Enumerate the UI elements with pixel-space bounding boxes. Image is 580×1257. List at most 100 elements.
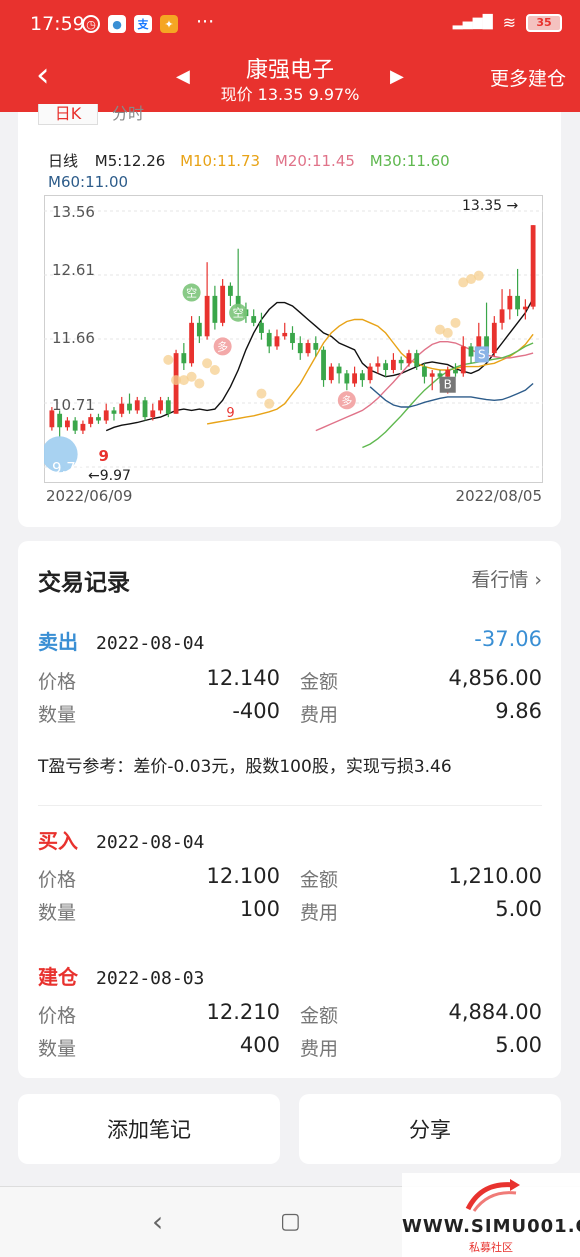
- legend-period: 日线: [48, 152, 79, 170]
- candle-body: [445, 369, 451, 377]
- header-bar: 17:59 ◷ ● 支 ✦ ··· ▂▄▆█ ≋ 35 ‹ ◀ 康强电子 现价 …: [0, 0, 580, 112]
- more-notifications-icon: ···: [196, 11, 215, 33]
- candle-body: [212, 295, 218, 323]
- td-count-marker: [450, 317, 461, 328]
- view-quote-link[interactable]: 看行情 ›: [471, 565, 542, 592]
- candle-body: [491, 322, 497, 354]
- candle-body: [282, 332, 288, 337]
- value-fee: 9.86: [495, 699, 542, 723]
- value-price: 12.140: [206, 666, 280, 690]
- candle-body: [127, 403, 132, 411]
- td-count-marker: [264, 398, 275, 409]
- system-home-icon[interactable]: ▢: [280, 1209, 301, 1234]
- value-price: 12.210: [206, 1000, 280, 1024]
- battery-icon: 35: [526, 13, 562, 32]
- watermark: WWW.SIMU001.CN 私募社区: [402, 1173, 580, 1257]
- td-count-marker: [186, 371, 197, 382]
- wifi-icon: ≋: [502, 13, 516, 32]
- candle-body: [290, 332, 295, 344]
- watermark-sub: 私募社区: [469, 1241, 513, 1254]
- candle-body: [460, 346, 466, 374]
- candle-body: [227, 285, 233, 296]
- label-fee: 费用: [300, 704, 339, 726]
- candle-body: [383, 363, 389, 370]
- legend-m20: M20:11.45: [274, 152, 355, 170]
- record-build-header[interactable]: 建仓 2022-08-03: [38, 961, 204, 990]
- candle-body: [336, 366, 342, 374]
- candle-body: [375, 363, 381, 367]
- t-profit-note: T盈亏参考：差价-0.03元，股数100股，实现亏损3.46: [38, 757, 452, 777]
- candle-body: [530, 225, 536, 307]
- kong-signal: 空: [182, 283, 201, 302]
- candle-body: [220, 285, 226, 323]
- record-sell-header[interactable]: 卖出 2022-08-04: [38, 626, 204, 655]
- td-count-marker: [473, 270, 484, 281]
- candle-body: [468, 346, 474, 357]
- watermark-site: WWW.SIMU001.CN: [402, 1216, 580, 1237]
- record-kind-sell: 卖出: [38, 630, 78, 654]
- watermark-logo-icon: [465, 1179, 520, 1212]
- candle-body: [414, 353, 420, 367]
- kong-signal-text: 空: [233, 306, 244, 320]
- ytick-3: 11.66: [52, 329, 95, 347]
- record-date: 2022-08-04: [96, 633, 205, 654]
- candle-body: [422, 366, 427, 377]
- record-buy-header[interactable]: 买入 2022-08-04: [38, 825, 204, 854]
- tab-intraday[interactable]: 分时: [98, 104, 158, 124]
- candle-body: [352, 373, 358, 384]
- share-button[interactable]: 分享: [299, 1094, 561, 1164]
- candle-body: [313, 343, 319, 350]
- value-price: 12.100: [206, 864, 280, 888]
- alarm-icon: ◷: [82, 15, 100, 33]
- candle-body: [251, 316, 257, 323]
- candle-body: [274, 336, 280, 347]
- candlestick-chart[interactable]: 空空多多99BS: [44, 195, 543, 483]
- add-note-button[interactable]: 添加笔记: [18, 1094, 280, 1164]
- duo-signal-text: 多: [217, 339, 228, 353]
- legend-m30: M30:11.60: [369, 152, 450, 170]
- ytick-2: 12.61: [52, 261, 95, 279]
- duo-signal: 多: [337, 391, 356, 410]
- duo-signal: 多: [213, 337, 232, 356]
- app-icon: ✦: [160, 15, 178, 33]
- value-qty: 400: [239, 1033, 280, 1057]
- more-build-button[interactable]: 更多建仓: [490, 64, 566, 91]
- message-icon: ●: [108, 15, 126, 33]
- label-qty: 数量: [38, 902, 77, 924]
- label-amount: 金额: [300, 671, 339, 693]
- candle-body: [96, 417, 101, 421]
- records-card: [18, 541, 561, 1078]
- record-date: 2022-08-03: [96, 968, 205, 989]
- next-stock-icon[interactable]: ▶: [390, 66, 404, 87]
- candle-body: [321, 349, 326, 381]
- td-count-marker: [163, 354, 174, 365]
- ytick-4: 10.71: [52, 396, 95, 414]
- record-date: 2022-08-04: [96, 832, 205, 853]
- legend-m5: M5:12.26: [94, 152, 166, 170]
- candle-body: [499, 309, 505, 323]
- legend-m60: M60:11.00: [48, 173, 129, 191]
- candle-body: [297, 343, 303, 354]
- candle-body: [181, 353, 187, 364]
- min-price-label: ←9.97: [88, 468, 131, 484]
- candle-body: [158, 400, 163, 411]
- candle-body: [80, 423, 86, 431]
- divider: [38, 805, 542, 806]
- candle-body: [515, 295, 521, 310]
- tab-daily-k[interactable]: 日K: [38, 104, 98, 125]
- x-start-label: 2022/06/09: [46, 487, 133, 505]
- ytick-1: 13.56: [52, 203, 95, 221]
- label-price: 价格: [38, 671, 77, 693]
- td-top-marker: 9: [226, 406, 234, 421]
- candle-body: [142, 400, 148, 418]
- value-amount: 4,856.00: [448, 666, 542, 690]
- candle-body: [344, 373, 350, 384]
- candle-body: [150, 410, 156, 418]
- td-count-marker: [202, 358, 213, 369]
- candle-body: [119, 403, 125, 414]
- candle-body: [165, 400, 171, 414]
- candle-body: [196, 322, 202, 337]
- nav-row: ‹ ◀ 康强电子 现价 13.35 9.97% ▶ 更多建仓: [0, 48, 580, 112]
- candle-body: [507, 295, 513, 310]
- system-back-icon[interactable]: ‹: [152, 1205, 163, 1238]
